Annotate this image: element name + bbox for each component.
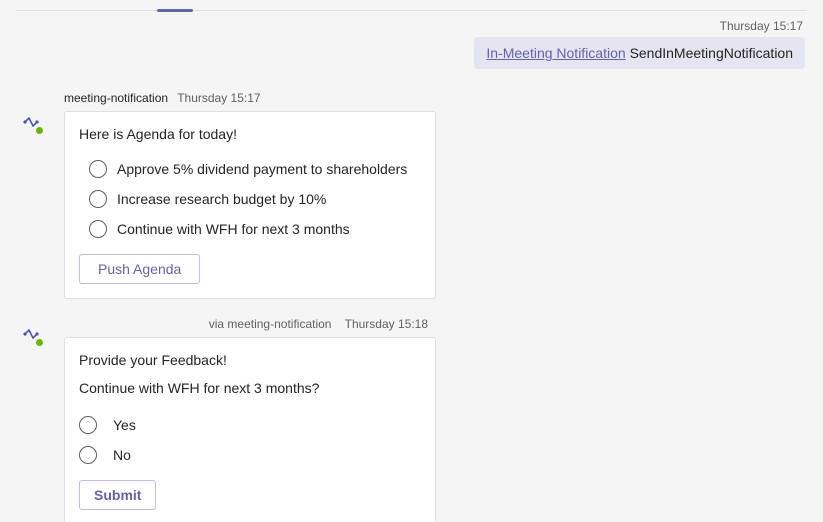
radio-icon — [79, 446, 97, 464]
radio-icon — [89, 220, 107, 238]
presence-available-icon — [35, 338, 44, 347]
active-tab-indicator — [157, 9, 193, 12]
agenda-title: Here is Agenda for today! — [79, 126, 421, 142]
message-body: meeting-notification Thursday 15:17 Here… — [64, 91, 464, 299]
message-header: via meeting-notification Thursday 15:18 — [64, 317, 436, 331]
via-label: via meeting-notification — [209, 317, 332, 331]
feedback-card: Provide your Feedback! Continue with WFH… — [64, 337, 436, 522]
app-icon — [20, 111, 42, 133]
message-time: Thursday 15:18 — [345, 317, 428, 331]
timestamp-label: Thursday 15:17 — [16, 19, 803, 33]
radio-icon — [89, 160, 107, 178]
message-row: via meeting-notification Thursday 15:18 … — [16, 317, 807, 522]
message-time: Thursday 15:17 — [177, 91, 260, 105]
agenda-option-label: Increase research budget by 10% — [117, 191, 326, 207]
feedback-option[interactable]: Yes — [79, 410, 421, 440]
submit-button[interactable]: Submit — [79, 480, 156, 510]
agenda-option[interactable]: Increase research budget by 10% — [79, 184, 421, 214]
top-border — [16, 10, 807, 13]
agenda-option-label: Approve 5% dividend payment to sharehold… — [117, 161, 407, 177]
push-agenda-button[interactable]: Push Agenda — [79, 254, 200, 284]
agenda-option[interactable]: Approve 5% dividend payment to sharehold… — [79, 154, 421, 184]
chat-pane: Thursday 15:17 In-Meeting Notification S… — [0, 0, 823, 522]
message-body: via meeting-notification Thursday 15:18 … — [64, 317, 464, 522]
feedback-subtitle: Continue with WFH for next 3 months? — [79, 380, 421, 396]
in-meeting-notification-link[interactable]: In-Meeting Notification — [486, 45, 625, 61]
feedback-option-label: Yes — [113, 417, 136, 433]
message-header: meeting-notification Thursday 15:17 — [64, 91, 464, 105]
agenda-card: Here is Agenda for today! Approve 5% div… — [64, 111, 436, 299]
message-row: meeting-notification Thursday 15:17 Here… — [16, 91, 807, 299]
feedback-option-label: No — [113, 447, 131, 463]
presence-available-icon — [35, 126, 44, 135]
avatar-column — [16, 317, 64, 345]
outgoing-command: SendInMeetingNotification — [630, 45, 793, 61]
agenda-option-label: Continue with WFH for next 3 months — [117, 221, 350, 237]
avatar-column — [16, 91, 64, 133]
sender-name: meeting-notification — [64, 91, 168, 105]
feedback-title: Provide your Feedback! — [79, 352, 421, 368]
radio-icon — [89, 190, 107, 208]
app-icon — [20, 323, 42, 345]
feedback-option[interactable]: No — [79, 440, 421, 470]
radio-icon — [79, 416, 97, 434]
outgoing-message[interactable]: In-Meeting Notification SendInMeetingNot… — [474, 37, 805, 69]
agenda-option[interactable]: Continue with WFH for next 3 months — [79, 214, 421, 244]
